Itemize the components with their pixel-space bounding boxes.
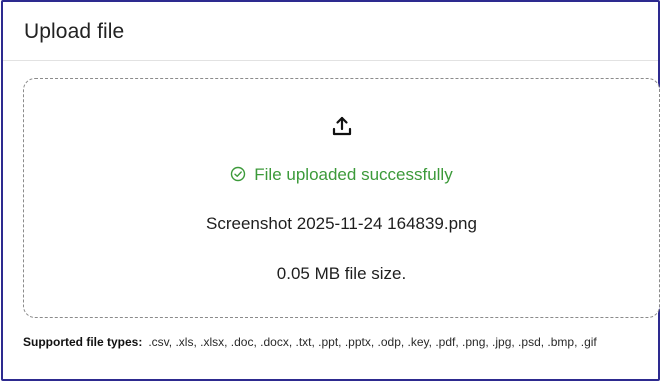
supported-types-list: .csv, .xls, .xlsx, .doc, .docx, .txt, .p…	[148, 335, 597, 349]
upload-status: File uploaded successfully	[24, 165, 659, 185]
check-circle-icon	[230, 166, 246, 182]
uploaded-file-name: Screenshot 2025-11-24 164839.png	[206, 214, 477, 233]
upload-status-text: File uploaded successfully	[254, 165, 453, 184]
upload-file-panel: Upload file File uploaded successfully S…	[1, 0, 660, 381]
supported-file-types: Supported file types: .csv, .xls, .xlsx, …	[23, 333, 643, 351]
file-dropzone[interactable]: File uploaded successfully Screenshot 20…	[23, 78, 660, 318]
supported-types-label: Supported file types:	[23, 335, 143, 349]
uploaded-file-size: 0.05 MB file size.	[276, 264, 407, 283]
upload-icon[interactable]	[331, 115, 353, 137]
header-divider	[3, 60, 658, 61]
panel-title: Upload file	[24, 20, 125, 43]
